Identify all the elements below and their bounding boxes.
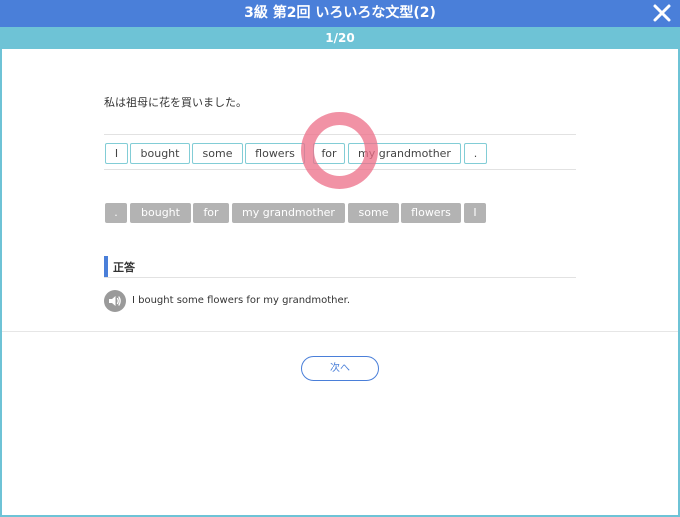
- play-audio-button[interactable]: [104, 290, 126, 312]
- pool-tile[interactable]: some: [348, 203, 399, 223]
- pool-tile[interactable]: for: [193, 203, 229, 223]
- correct-answer-header: 正答: [104, 256, 576, 278]
- question-counter: 1/20: [325, 31, 355, 45]
- close-button[interactable]: [650, 1, 674, 25]
- correct-answer-label: 正答: [113, 261, 135, 274]
- speaker-icon: [109, 296, 121, 306]
- pool-tile[interactable]: I: [464, 203, 486, 223]
- progress-bar: 1/20: [0, 27, 680, 49]
- pool-tile[interactable]: .: [105, 203, 127, 223]
- next-button[interactable]: 次へ: [301, 356, 379, 381]
- answer-tile[interactable]: bought: [130, 143, 190, 164]
- answer-tile[interactable]: some: [192, 143, 243, 164]
- pool-tile[interactable]: my grandmother: [232, 203, 345, 223]
- question-prompt: 私は祖母に花を買いました。: [104, 96, 247, 109]
- tap-indicator: [301, 112, 378, 189]
- correct-answer-sentence: I bought some flowers for my grandmother…: [132, 295, 351, 306]
- close-icon: [653, 4, 671, 22]
- page-title: 3級 第2回 いろいろな文型(2): [244, 5, 436, 21]
- answer-tile[interactable]: flowers: [245, 143, 305, 164]
- pool-tile[interactable]: flowers: [401, 203, 461, 223]
- answer-tile[interactable]: .: [464, 143, 487, 164]
- answer-tile[interactable]: I: [105, 143, 128, 164]
- word-pool: . bought for my grandmother some flowers…: [104, 203, 584, 223]
- accent-bar: [104, 256, 108, 277]
- title-bar: 3級 第2回 いろいろな文型(2): [0, 0, 680, 27]
- pool-tile[interactable]: bought: [130, 203, 191, 223]
- divider: [2, 331, 678, 332]
